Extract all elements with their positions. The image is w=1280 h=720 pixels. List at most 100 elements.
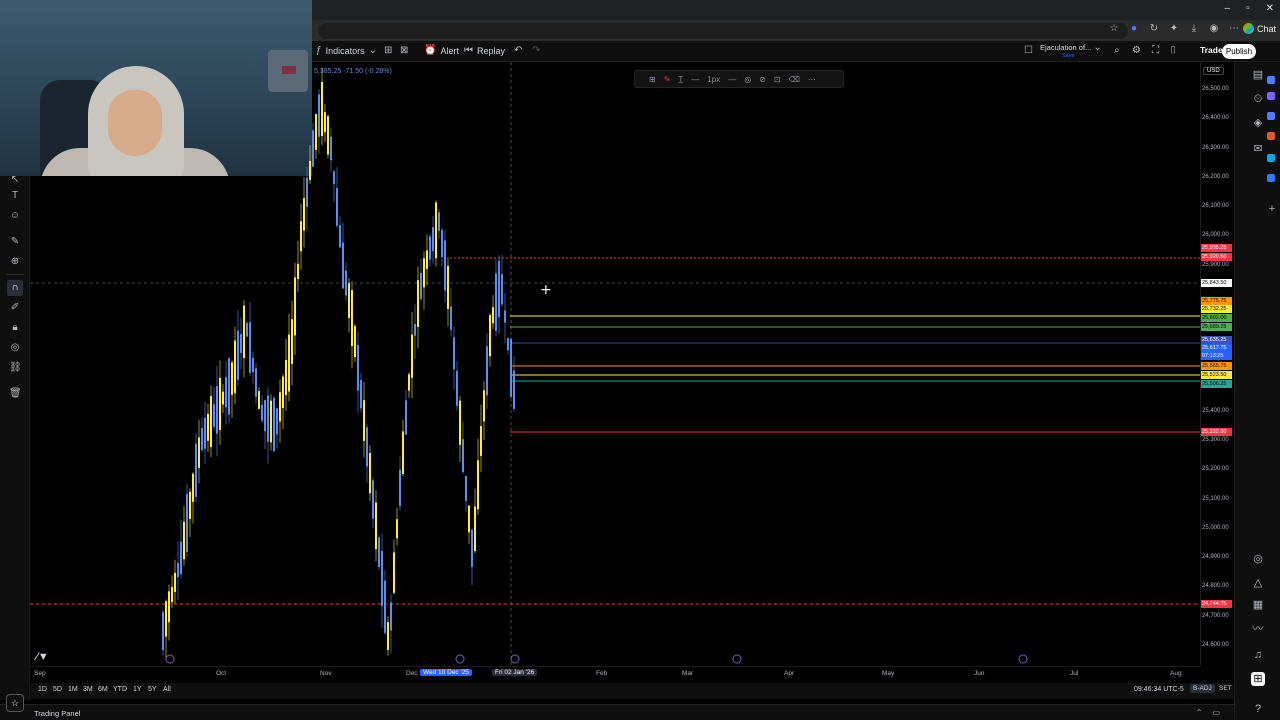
templates-button[interactable]: ⊠ (400, 45, 408, 56)
minimize-icon[interactable]: – (1225, 3, 1231, 14)
price-axis[interactable]: USD 26,500.00 26,400.00 26,300.00 26,200.00… (1200, 62, 1234, 666)
calendar-icon[interactable]: ▦ (1251, 598, 1265, 612)
timeframe-button[interactable]: 1Y (133, 686, 142, 693)
plus-icon[interactable]: + (1265, 202, 1279, 216)
lock-icon[interactable]: 🔒︎ (9, 322, 21, 334)
event-marker-icon (455, 654, 465, 664)
browser-ext-icon[interactable] (1267, 76, 1275, 84)
pencil-icon[interactable]: ✎ (9, 236, 21, 248)
browser-ext-icon[interactable] (1267, 154, 1275, 162)
browser-ext-icon[interactable] (1267, 92, 1275, 100)
candle-body (384, 580, 386, 633)
star-icon[interactable]: ☆ (6, 694, 24, 712)
timeframe-button[interactable]: 1M (68, 686, 78, 693)
close-icon[interactable]: ✕ (1266, 3, 1274, 14)
layout-checkbox[interactable]: ☐ (1024, 45, 1033, 56)
undo-button[interactable]: ↶ (514, 45, 522, 56)
snapshot-button[interactable]: ⌷ (1170, 45, 1176, 56)
trade-button[interactable]: Trade (1200, 45, 1223, 55)
browser-ext-icon[interactable] (1267, 174, 1275, 182)
cursor-icon[interactable]: ↖ (9, 174, 21, 186)
zoom-icon[interactable]: ⊕ (9, 256, 21, 268)
currency-selector[interactable]: USD (1203, 67, 1224, 75)
more-icon[interactable]: ⋯ (1228, 23, 1240, 37)
puzzle-icon[interactable]: ✦ (1168, 23, 1180, 37)
settings-icon[interactable]: ◎ (744, 75, 751, 84)
notifications-icon[interactable]: ♫ (1251, 648, 1265, 662)
browser-ext-icon[interactable] (1267, 112, 1275, 120)
watchlist-icon[interactable]: ▤ (1251, 68, 1265, 82)
fullscreen-button[interactable]: ⛶ (1152, 45, 1159, 56)
line-width-icon[interactable]: — (691, 75, 699, 84)
maximize-icon[interactable]: ▫ (1246, 3, 1250, 14)
stay-drawing-icon[interactable]: ✐ (9, 302, 21, 314)
line-width-label[interactable]: 1px (707, 75, 720, 84)
emoji-icon[interactable]: ☺ (9, 210, 21, 222)
line-color-icon[interactable]: ✎ (664, 75, 671, 84)
ideas-icon[interactable]: △ (1251, 576, 1265, 590)
eye-icon[interactable]: ◎ (9, 342, 21, 354)
layouts-button[interactable]: ⊞ (384, 45, 392, 56)
candle-body (345, 270, 347, 296)
profile-avatar-icon[interactable]: ◉ (1208, 23, 1220, 37)
indicators-label: Indicators (325, 45, 365, 56)
timeframe-button[interactable]: YTD (113, 686, 127, 693)
candle-body (228, 358, 230, 415)
candle-body (438, 212, 440, 231)
url-field[interactable] (318, 23, 1128, 39)
link-icon[interactable]: ⛓ (9, 362, 22, 374)
layers-icon[interactable]: ◈ (1251, 116, 1265, 130)
target-icon[interactable]: ◎ (1251, 552, 1265, 566)
delete-icon[interactable]: ⌫ (789, 75, 800, 84)
refresh-extension-icon[interactable]: ↻ (1148, 23, 1160, 37)
price-label-badge: 07:13:25 (1201, 352, 1232, 360)
magnet-icon[interactable]: ∩ (7, 280, 23, 296)
maximize-icon[interactable]: ▭ (1212, 708, 1220, 717)
alert-button[interactable]: ⏰ Alert (424, 45, 459, 56)
timeframe-button[interactable]: 5D (53, 686, 62, 693)
timeframe-button[interactable]: 3M (83, 686, 93, 693)
adjustment-toggle[interactable]: B-ADJ (1190, 684, 1215, 693)
line-style-icon[interactable]: — (728, 75, 736, 84)
copilot-icon (1242, 23, 1254, 34)
chart-toolbar: ƒ Indicators ⌄ ⊞ ⊠ ⏰ Alert ⏮ Replay ↶ ↷ … (312, 42, 1280, 62)
lock-icon[interactable]: ⊡ (774, 75, 781, 84)
timeframe-button[interactable]: All (163, 686, 171, 693)
timeframe-button[interactable]: 1D (38, 686, 47, 693)
timeframe-button[interactable]: 5Y (148, 686, 157, 693)
trading-panel-title[interactable]: Trading Panel (34, 709, 80, 718)
more-icon[interactable]: ⋯ (808, 75, 816, 84)
apps-icon[interactable]: ⊞ (1251, 672, 1265, 686)
price-chart[interactable]: + 5,385.25 -71.50 (-0.28%) (30, 62, 1200, 666)
chart-canvas[interactable]: + (30, 62, 1200, 666)
help-icon[interactable]: ? (1251, 702, 1265, 716)
candle-body (387, 622, 389, 650)
template-icon[interactable]: ⊞ (649, 75, 656, 84)
alert-add-icon[interactable]: ⊘ (759, 75, 766, 84)
layout-name-button[interactable]: Ejaculation of... ⌄ Save (1040, 43, 1102, 61)
publish-button[interactable]: Publish (1222, 44, 1256, 59)
text-color-icon[interactable]: T̲ (678, 75, 683, 84)
clock-label[interactable]: 09:46:34 UTC-5 (1134, 686, 1184, 693)
trash-icon[interactable]: 🗑︎ (9, 388, 22, 400)
time-axis[interactable]: Sep Oct Nov Dec Wed 10 Dec '25 Fri 02 Jan '26… (30, 666, 1200, 680)
browser-ext-icon[interactable] (1267, 132, 1275, 140)
alert-clock-icon[interactable]: ⏲ (1251, 92, 1265, 106)
chat-icon[interactable]: ✉ (1251, 142, 1265, 156)
replay-button[interactable]: ⏮ Replay (464, 45, 505, 56)
indicators-button[interactable]: ƒ Indicators ⌄ (316, 45, 377, 56)
quick-search-button[interactable]: ⌕ (1114, 45, 1120, 56)
collapse-icon[interactable]: ⌃ (1196, 708, 1203, 717)
signal-icon[interactable]: 〰 (1251, 622, 1265, 636)
candle-body (369, 453, 371, 494)
chat-button[interactable]: Chat (1242, 23, 1276, 34)
settings-button[interactable]: ⚙ (1132, 45, 1141, 56)
session-toggle[interactable]: SET (1216, 684, 1235, 693)
text-icon[interactable]: T (9, 190, 21, 202)
star-bookmark-icon[interactable]: ☆ (1108, 23, 1120, 37)
download-icon[interactable]: ⤓ (1188, 23, 1200, 37)
redo-button[interactable]: ↷ (532, 45, 540, 56)
extension-icon[interactable]: ● (1128, 23, 1140, 37)
candle-body (402, 431, 404, 475)
timeframe-button[interactable]: 6M (98, 686, 108, 693)
